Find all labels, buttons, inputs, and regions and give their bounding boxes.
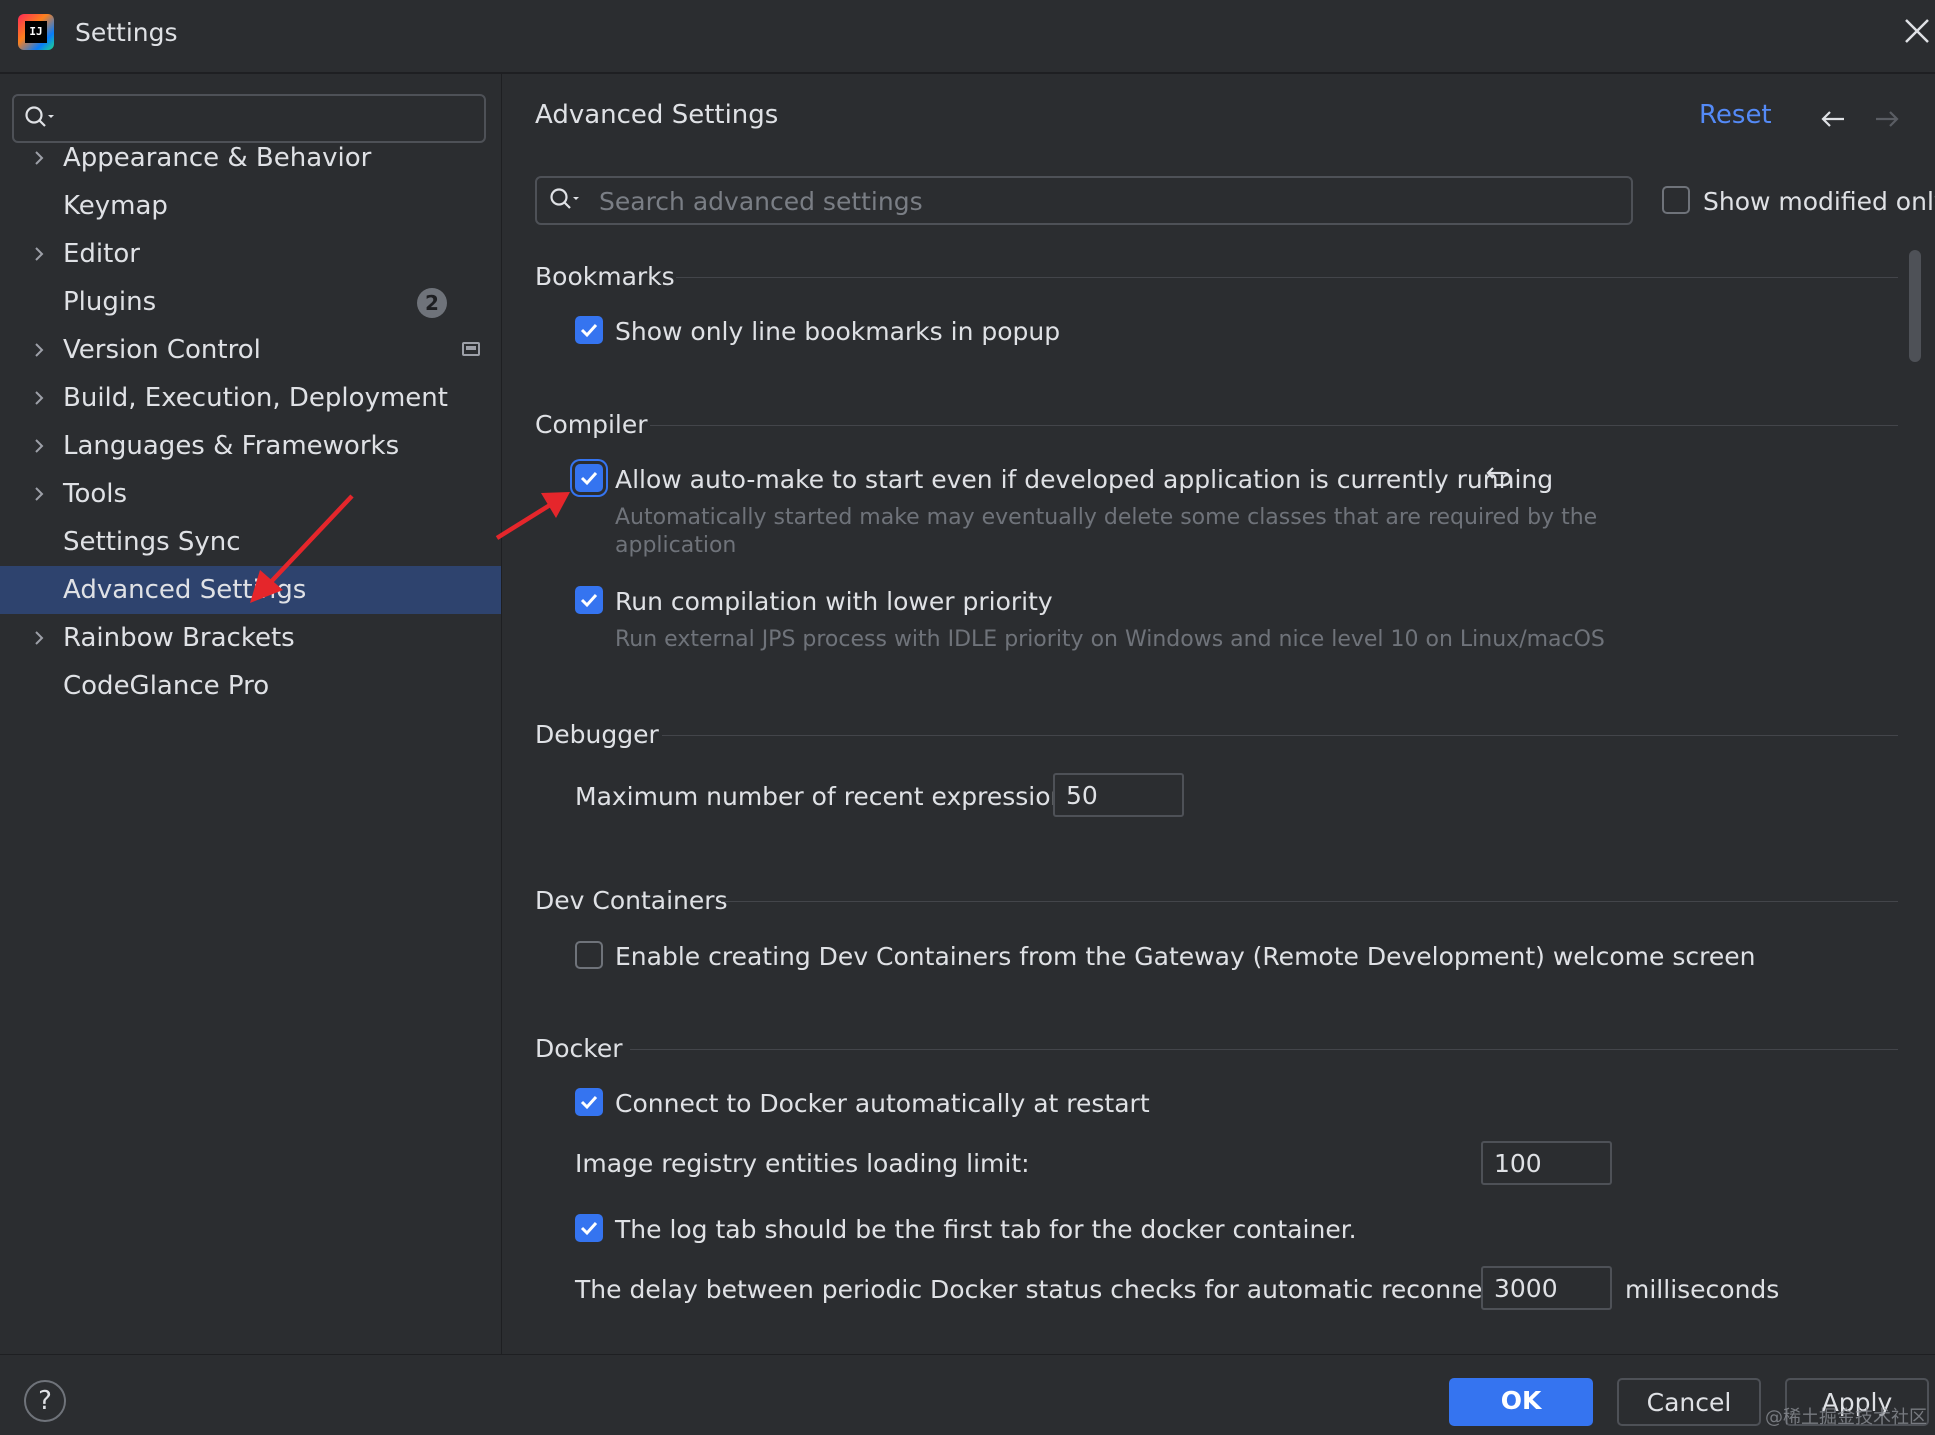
sidebar-item-plugins[interactable]: Plugins 2 [0,278,501,326]
line-bookmarks-popup-checkbox[interactable] [575,316,603,344]
checkmark-icon [580,593,598,608]
checkmark-icon [580,471,598,486]
sidebar-item-label: Tools [63,479,128,509]
annotation-arrow-checkbox-icon [495,492,570,540]
lower-priority-checkbox[interactable] [575,586,603,614]
section-title-debugger: Debugger [535,720,659,749]
intellij-logo-icon: IJ [18,14,54,50]
docker-auto-connect-label: Connect to Docker automatically at resta… [615,1089,1150,1118]
sidebar-item-label: Languages & Frameworks [63,431,400,461]
checkmark-icon [580,1095,598,1110]
registry-limit-input[interactable]: 100 [1481,1141,1612,1185]
chevron-right-icon [35,247,44,261]
auto-make-hint-line2: application [615,533,737,558]
sidebar-item-label: CodeGlance Pro [63,671,270,701]
checkmark-icon [580,1221,598,1236]
ok-button[interactable]: OK [1449,1378,1593,1426]
sidebar-item-label: Keymap [63,191,168,221]
sidebar-item-label: Version Control [63,335,261,365]
settings-sidebar: Appearance & Behavior Keymap Editor Plug… [0,74,502,1354]
chevron-right-icon [35,631,44,645]
chevron-right-icon [35,151,44,165]
docker-delay-label: The delay between periodic Docker status… [575,1275,1553,1304]
sidebar-item-build-execution-deployment[interactable]: Build, Execution, Deployment [0,374,501,422]
sidebar-item-editor[interactable]: Editor [0,230,501,278]
registry-limit-value: 100 [1494,1149,1542,1178]
logo-text: IJ [25,21,47,43]
project-level-icon [462,342,480,356]
show-modified-only-label: Show modified only [1703,187,1935,216]
sidebar-item-languages-frameworks[interactable]: Languages & Frameworks [0,422,501,470]
section-divider [662,735,1898,736]
revert-to-default-icon[interactable] [1484,460,1518,492]
sidebar-item-label: Rainbow Brackets [63,623,295,653]
max-expressions-input[interactable]: 50 [1053,773,1184,817]
cancel-button[interactable]: Cancel [1617,1378,1761,1426]
plugins-update-badge: 2 [417,288,447,318]
footer-divider [0,1354,1935,1355]
search-field[interactable] [597,184,1621,218]
sidebar-item-label: Settings Sync [63,527,241,557]
section-title-bookmarks: Bookmarks [535,262,675,291]
auto-make-hint-line1: Automatically started make may eventuall… [615,505,1598,530]
chevron-right-icon [35,391,44,405]
sidebar-item-codeglance-pro[interactable]: CodeGlance Pro [0,662,501,710]
page-title: Advanced Settings [535,100,779,130]
sidebar-item-label: Appearance & Behavior [63,143,372,173]
watermark: @稀土掘金技术社区 [1765,1407,1927,1428]
dev-containers-gateway-label: Enable creating Dev Containers from the … [615,942,1756,971]
sidebar-item-tools[interactable]: Tools [0,470,501,518]
docker-log-tab-checkbox[interactable] [575,1214,603,1242]
section-title-dev-containers: Dev Containers [535,886,728,915]
forward-arrow-icon[interactable] [1872,104,1902,134]
section-divider [676,277,1898,278]
section-divider [721,901,1898,902]
docker-log-tab-label: The log tab should be the first tab for … [615,1215,1357,1244]
scrollbar-thumb[interactable] [1909,250,1921,362]
sidebar-item-label: Plugins [63,287,157,317]
sidebar-item-keymap[interactable]: Keymap [0,182,501,230]
section-divider [650,425,1898,426]
sidebar-item-label: Build, Execution, Deployment [63,383,448,413]
sidebar-item-settings-sync[interactable]: Settings Sync [0,518,501,566]
chevron-right-icon [35,343,44,357]
docker-delay-input[interactable]: 3000 [1481,1266,1612,1310]
search-icon [25,106,54,127]
chevron-right-icon [35,487,44,501]
max-expressions-label: Maximum number of recent expressions: [575,782,1088,811]
search-icon [550,188,579,209]
advanced-settings-search-input[interactable] [535,176,1633,225]
lower-priority-label: Run compilation with lower priority [615,587,1053,616]
sidebar-item-advanced-settings[interactable]: Advanced Settings [0,566,501,614]
line-bookmarks-popup-label: Show only line bookmarks in popup [615,317,1061,346]
section-title-docker: Docker [535,1034,623,1063]
auto-make-checkbox[interactable] [575,464,603,492]
title-bar [0,0,1935,74]
close-icon[interactable] [1900,14,1934,48]
chevron-right-icon [35,439,44,453]
window-title: Settings [75,18,178,47]
checkmark-icon [580,323,598,338]
registry-limit-label: Image registry entities loading limit: [575,1149,1030,1178]
sidebar-item-rainbow-brackets[interactable]: Rainbow Brackets [0,614,501,662]
sidebar-item-label: Editor [63,239,140,269]
sidebar-item-appearance-behavior[interactable]: Appearance & Behavior [0,134,501,182]
sidebar-item-version-control[interactable]: Version Control [0,326,501,374]
docker-delay-unit: milliseconds [1625,1275,1780,1304]
docker-auto-connect-checkbox[interactable] [575,1088,603,1116]
show-modified-only-checkbox[interactable] [1662,186,1690,214]
section-divider [630,1049,1898,1050]
section-title-compiler: Compiler [535,410,648,439]
lower-priority-hint: Run external JPS process with IDLE prior… [615,627,1605,652]
docker-delay-value: 3000 [1494,1274,1558,1303]
max-expressions-value: 50 [1066,781,1098,810]
reset-link[interactable]: Reset [1699,100,1772,130]
auto-make-label: Allow auto-make to start even if develop… [615,465,1554,494]
back-arrow-icon[interactable] [1818,104,1848,134]
dev-containers-gateway-checkbox[interactable] [575,941,603,969]
sidebar-item-label: Advanced Settings [63,575,307,605]
help-button[interactable]: ? [24,1380,66,1422]
